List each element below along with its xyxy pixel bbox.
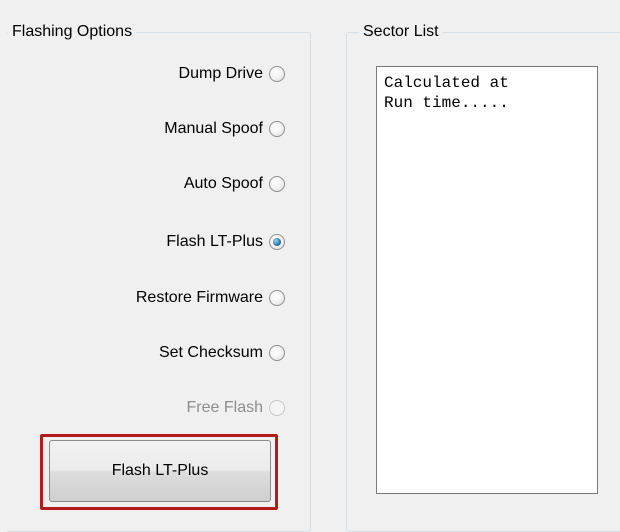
- option-free-flash: Free Flash: [187, 396, 285, 420]
- sector-list-title: Sector List: [359, 22, 443, 42]
- option-restore-firmware[interactable]: Restore Firmware: [136, 286, 285, 310]
- radio-button-disabled: [269, 400, 285, 416]
- option-dump-drive[interactable]: Dump Drive: [179, 62, 285, 86]
- option-auto-spoof[interactable]: Auto Spoof: [184, 172, 285, 196]
- sector-list-textbox[interactable]: Calculated at Run time.....: [376, 66, 598, 494]
- radio-button[interactable]: [269, 290, 285, 306]
- radio-button[interactable]: [269, 121, 285, 137]
- option-label: Auto Spoof: [183, 175, 263, 192]
- radio-button[interactable]: [269, 66, 285, 82]
- option-label: Manual Spoof: [164, 120, 263, 137]
- option-label: Free Flash: [186, 399, 263, 416]
- option-flash-lt-plus[interactable]: Flash LT-Plus: [166, 230, 285, 254]
- flashing-options-title: Flashing Options: [8, 22, 137, 42]
- option-label: Dump Drive: [178, 65, 263, 82]
- radio-button-selected[interactable]: [269, 234, 285, 250]
- radio-button[interactable]: [269, 345, 285, 361]
- option-label: Set Checksum: [158, 344, 263, 361]
- option-manual-spoof[interactable]: Manual Spoof: [164, 117, 285, 141]
- option-set-checksum[interactable]: Set Checksum: [159, 341, 285, 365]
- radio-button[interactable]: [269, 176, 285, 192]
- flash-lt-plus-button[interactable]: Flash LT-Plus: [49, 440, 271, 502]
- option-label: Restore Firmware: [135, 289, 263, 306]
- option-label: Flash LT-Plus: [166, 233, 263, 250]
